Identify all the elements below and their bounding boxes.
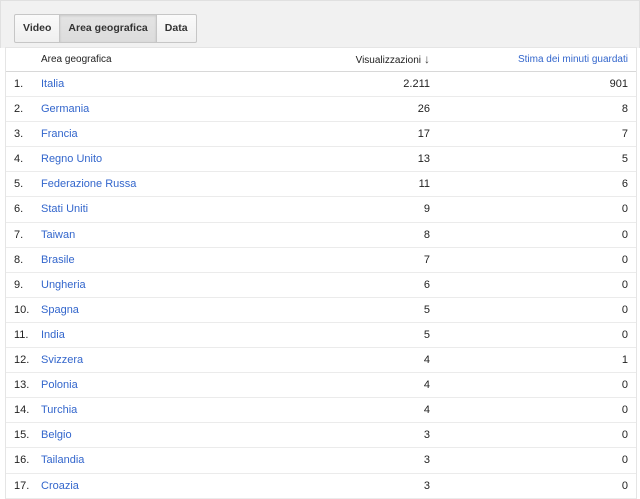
- row-rank: 15.: [14, 429, 30, 442]
- row-rank: 10.: [14, 303, 30, 316]
- row-minutes: 0: [621, 429, 628, 442]
- row-area-link[interactable]: Germania: [41, 97, 89, 121]
- table-row: 16. Tailandia 3 0: [6, 448, 636, 474]
- row-area-link[interactable]: Svizzera: [41, 348, 83, 372]
- row-views: 3: [423, 429, 430, 442]
- row-views: 26: [417, 103, 430, 116]
- table-header: Area geografica Visualizzazioni ↓ Stima d…: [6, 47, 636, 72]
- row-views: 4: [423, 404, 430, 417]
- table-row: 8. Brasile 7 0: [6, 248, 636, 273]
- row-minutes: 0: [621, 328, 628, 341]
- row-minutes: 0: [621, 278, 628, 291]
- row-rank: 3.: [14, 128, 24, 141]
- arrow-down-icon: ↓: [424, 52, 430, 66]
- table-body: 1. Italia 2.211 901 2. Germania 26 8 3. Francia 17…: [6, 72, 636, 499]
- row-rank: 4.: [14, 153, 24, 166]
- row-area-link[interactable]: Taiwan: [41, 223, 75, 247]
- row-minutes: 0: [621, 253, 628, 266]
- table-row: 5. Federazione Russa 11 6: [6, 172, 636, 198]
- row-area-link[interactable]: Croazia: [41, 474, 79, 498]
- table-row: 15. Belgio 3 0: [6, 423, 636, 449]
- row-views: 6: [423, 278, 430, 291]
- row-views: 13: [417, 153, 430, 166]
- column-header-area[interactable]: Area geografica: [41, 48, 112, 71]
- row-area-link[interactable]: Federazione Russa: [41, 172, 136, 196]
- table-row: 10. Spagna 5 0: [6, 298, 636, 323]
- table-row: 12. Svizzera 4 1: [6, 348, 636, 374]
- row-area-link[interactable]: Polonia: [41, 373, 78, 397]
- row-views: 9: [423, 203, 430, 216]
- row-views: 7: [423, 253, 430, 266]
- row-rank: 16.: [14, 454, 30, 467]
- row-area-link[interactable]: Ungheria: [41, 273, 86, 297]
- table-row: 13. Polonia 4 0: [6, 373, 636, 399]
- row-rank: 17.: [14, 479, 30, 492]
- row-area-link[interactable]: Francia: [41, 122, 78, 146]
- table-row: 14. Turchia 4 0: [6, 398, 636, 424]
- table-row: 9. Ungheria 6 0: [6, 272, 636, 298]
- row-rank: 5.: [14, 178, 24, 191]
- row-views: 8: [423, 228, 430, 241]
- row-minutes: 0: [621, 454, 628, 467]
- table-row: 17. Croazia 3 0: [6, 473, 636, 499]
- toolbar: Video Area geografica Data: [0, 0, 640, 48]
- row-rank: 13.: [14, 379, 30, 392]
- results-table: Area geografica Visualizzazioni ↓ Stima d…: [5, 47, 637, 499]
- column-header-views-label: Visualizzazioni: [355, 55, 421, 66]
- row-minutes: 0: [621, 303, 628, 316]
- row-area-link[interactable]: Italia: [41, 72, 64, 96]
- row-rank: 1.: [14, 78, 24, 90]
- row-minutes: 8: [621, 103, 628, 116]
- row-minutes: 5: [621, 153, 628, 166]
- row-area-link[interactable]: Stati Uniti: [41, 197, 88, 221]
- table-row: 4. Regno Unito 13 5: [6, 147, 636, 173]
- table-row: 7. Taiwan 8 0: [6, 222, 636, 248]
- tab-video[interactable]: Video: [15, 15, 61, 42]
- row-rank: 8.: [14, 253, 24, 266]
- row-area-link[interactable]: Tailandia: [41, 448, 84, 472]
- tab-group: Video Area geografica Data: [14, 14, 197, 43]
- row-minutes: 0: [621, 479, 628, 492]
- row-minutes: 0: [621, 379, 628, 392]
- row-views: 3: [423, 479, 430, 492]
- row-minutes: 0: [621, 404, 628, 417]
- row-rank: 2.: [14, 103, 24, 116]
- row-views: 5: [423, 303, 430, 316]
- row-views: 3: [423, 454, 430, 467]
- row-rank: 7.: [14, 228, 24, 241]
- row-views: 4: [423, 354, 430, 367]
- table-row: 6. Stati Uniti 9 0: [6, 197, 636, 223]
- column-header-minutes[interactable]: Stima dei minuti guardati: [518, 48, 628, 71]
- row-minutes: 901: [609, 78, 628, 90]
- row-area-link[interactable]: India: [41, 323, 65, 347]
- row-area-link[interactable]: Turchia: [41, 398, 77, 422]
- table-row: 1. Italia 2.211 901: [6, 72, 636, 98]
- row-area-link[interactable]: Spagna: [41, 298, 79, 322]
- table-row: 2. Germania 26 8: [6, 97, 636, 123]
- row-minutes: 1: [621, 354, 628, 367]
- row-views: 2.211: [403, 78, 430, 90]
- row-rank: 14.: [14, 404, 30, 417]
- row-rank: 6.: [14, 203, 24, 216]
- row-area-link[interactable]: Belgio: [41, 423, 72, 447]
- row-area-link[interactable]: Brasile: [41, 248, 75, 272]
- row-views: 11: [418, 178, 430, 191]
- row-views: 4: [423, 379, 430, 392]
- row-rank: 9.: [14, 278, 24, 291]
- tab-data[interactable]: Data: [157, 15, 196, 42]
- row-rank: 12.: [14, 354, 30, 367]
- row-rank: 11.: [14, 328, 29, 341]
- row-views: 17: [417, 128, 430, 141]
- row-minutes: 0: [621, 203, 628, 216]
- row-minutes: 6: [621, 178, 628, 191]
- tab-area-geografica[interactable]: Area geografica: [60, 15, 157, 42]
- row-area-link[interactable]: Regno Unito: [41, 147, 102, 171]
- table-row: 3. Francia 17 7: [6, 122, 636, 148]
- column-header-views[interactable]: Visualizzazioni ↓: [356, 48, 430, 72]
- row-views: 5: [423, 328, 430, 341]
- row-minutes: 7: [621, 128, 628, 141]
- row-minutes: 0: [621, 228, 628, 241]
- table-row: 11. India 5 0: [6, 322, 636, 349]
